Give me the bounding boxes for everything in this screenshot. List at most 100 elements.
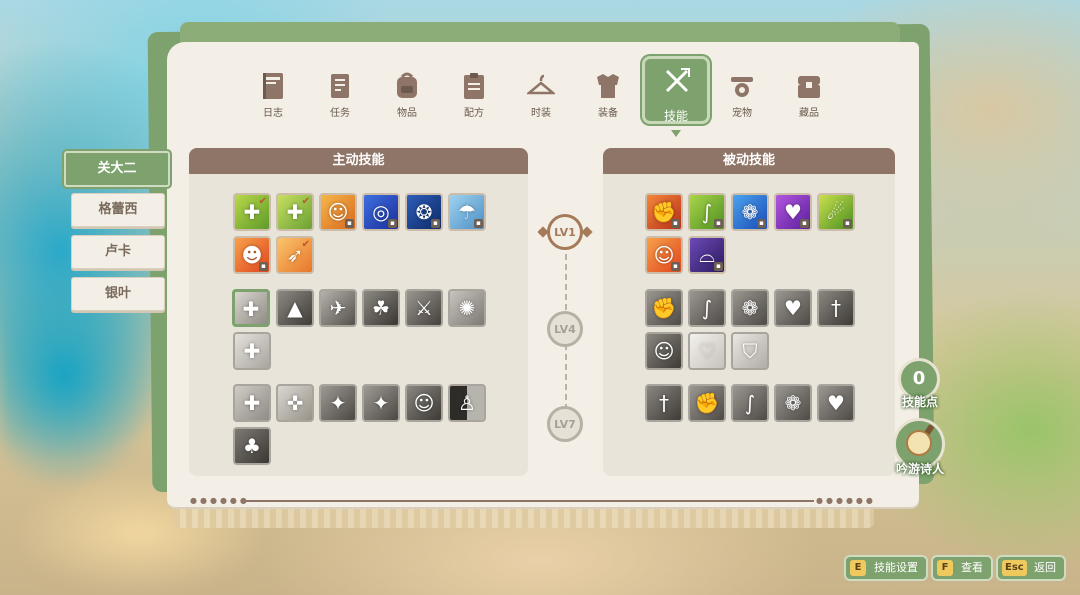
skill-slot[interactable]: ⚔ xyxy=(405,289,443,327)
character-tab-4[interactable]: 银叶 xyxy=(71,277,165,311)
nav-item-recipes[interactable]: 配方 xyxy=(444,58,504,124)
skill-slot[interactable]: ✜ xyxy=(276,384,314,422)
skill-slot[interactable]: ♥ xyxy=(817,384,855,422)
character-tab-1[interactable]: 关大二 xyxy=(64,151,170,187)
boot-icon: ∫ xyxy=(701,296,713,320)
armor-icon xyxy=(597,74,619,98)
sword-icon: † xyxy=(659,391,669,415)
skill-slot[interactable]: ♡ xyxy=(688,332,726,370)
skill-slot[interactable]: ✚ xyxy=(233,384,271,422)
skill-slot[interactable]: ◎ ▪ xyxy=(362,193,400,231)
active-skills-header: 主动技能 xyxy=(189,148,528,174)
skill-slot[interactable]: † xyxy=(817,289,855,327)
nav-label: 藏品 xyxy=(799,108,819,119)
lock-icon: ▪ xyxy=(388,219,397,228)
skill-slot[interactable]: ♥ xyxy=(774,289,812,327)
skill-slot[interactable]: ✊ xyxy=(645,289,683,327)
level-marker-lv1: LV1 xyxy=(547,214,583,250)
nav-item-fashion[interactable]: 时装 xyxy=(511,58,571,124)
star-burst-icon: ✦ xyxy=(329,391,347,415)
lock-icon: ▪ xyxy=(431,219,440,228)
skill-slot[interactable]: ☂ ▪ xyxy=(448,193,486,231)
skill-slot[interactable]: ☺ xyxy=(405,384,443,422)
equipped-check-icon: ✔ xyxy=(258,196,267,207)
shield-icon: ⛉ xyxy=(742,339,758,363)
skill-settings-button[interactable]: E 技能设置 xyxy=(844,555,928,581)
brain-icon: ❁ xyxy=(784,391,802,415)
skill-slot[interactable]: ∫ xyxy=(731,384,769,422)
skill-slot-selected[interactable]: ✚ xyxy=(232,289,270,327)
skill-slot[interactable]: † xyxy=(645,384,683,422)
nav-item-quests[interactable]: 任务 xyxy=(310,58,370,124)
heart-outline-icon: ♡ xyxy=(698,339,716,363)
skill-slot[interactable]: ✈ xyxy=(319,289,357,327)
journal-icon xyxy=(263,73,283,99)
skill-slot[interactable]: ▲ xyxy=(276,289,314,327)
skill-slot[interactable]: ❂ ▪ xyxy=(405,193,443,231)
level-marker-lv7: LV7 xyxy=(547,406,583,442)
nav-item-items[interactable]: 物品 xyxy=(377,58,437,124)
skill-points-label: 技能点 xyxy=(901,395,938,409)
nav-label: 技能 xyxy=(663,109,688,123)
active-tab-caret xyxy=(671,130,681,137)
skill-slot[interactable]: ☺ ▪ xyxy=(319,193,357,231)
skill-slot[interactable]: ✦ xyxy=(362,384,400,422)
skill-settings-label: 技能设置 xyxy=(874,561,918,574)
skill-slot[interactable]: ❁ xyxy=(774,384,812,422)
equipped-check-icon: ✔ xyxy=(301,239,310,250)
heal-cross-icon: ✚ xyxy=(243,391,261,415)
skill-slot[interactable]: ⛉ xyxy=(731,332,769,370)
skill-slot[interactable]: ❁ ▪ xyxy=(731,193,769,231)
flying-figure-icon: ✈ xyxy=(329,296,347,320)
hearts-icon: ♥ xyxy=(784,296,802,320)
nav-item-equipment[interactable]: 装备 xyxy=(578,58,638,124)
equipped-check-icon: ✔ xyxy=(301,196,310,207)
skill-slot[interactable]: ☄ ▪ xyxy=(817,193,855,231)
sword-icon: † xyxy=(831,296,841,320)
lock-icon: ▪ xyxy=(800,219,809,228)
skill-slot[interactable]: ☘ xyxy=(362,289,400,327)
skill-slot[interactable]: ✦ xyxy=(319,384,357,422)
lock-icon: ▪ xyxy=(714,262,723,271)
skill-slot[interactable]: ❁ xyxy=(731,289,769,327)
view-button[interactable]: F 查看 xyxy=(931,555,993,581)
skill-slot[interactable]: ✊ xyxy=(688,384,726,422)
skill-slot[interactable]: ♙ xyxy=(448,384,486,422)
star-figure-icon: ☺ xyxy=(653,339,675,363)
skill-slot[interactable]: ☺ xyxy=(645,332,683,370)
nav-label: 物品 xyxy=(397,108,417,119)
decor-divider xyxy=(246,500,814,502)
skill-slot[interactable]: ♥ ▪ xyxy=(774,193,812,231)
skill-slot[interactable]: ♣ xyxy=(233,427,271,465)
character-tab-3[interactable]: 卢卡 xyxy=(71,235,165,269)
nav-item-collection[interactable]: 藏品 xyxy=(779,58,839,124)
skill-slot[interactable]: ✊ ▪ xyxy=(645,193,683,231)
brain-icon: ❁ xyxy=(741,296,759,320)
skill-slot[interactable]: ☻ ▪ xyxy=(233,236,271,274)
treasure-chest-icon xyxy=(798,76,820,98)
nav-label: 宠物 xyxy=(732,108,752,119)
lute-icon xyxy=(906,430,932,456)
nav-label: 装备 xyxy=(598,108,618,119)
lock-icon: ▪ xyxy=(474,219,483,228)
hanger-icon xyxy=(527,74,555,95)
skills-swords-icon xyxy=(665,68,690,93)
skill-slot[interactable]: ➶ ✔ xyxy=(276,236,314,274)
sword-slash-icon: ⚔ xyxy=(415,296,433,320)
figure-cross-icon: ✜ xyxy=(286,391,304,415)
skill-slot[interactable]: ∫ ▪ xyxy=(688,193,726,231)
quest-scroll-icon xyxy=(331,74,349,98)
skill-slot[interactable]: ✚ xyxy=(233,332,271,370)
skill-slot[interactable]: ✚ ✔ xyxy=(233,193,271,231)
nav-item-pets[interactable]: 宠物 xyxy=(712,58,772,124)
fist-glove-icon: ✊ xyxy=(694,391,720,415)
skill-slot[interactable]: ✺ xyxy=(448,289,486,327)
character-tab-2[interactable]: 格蕾西 xyxy=(71,193,165,227)
nav-item-skills[interactable]: 技能 xyxy=(642,56,710,124)
nav-item-journal[interactable]: 日志 xyxy=(243,58,303,124)
skill-slot[interactable]: ∫ xyxy=(688,289,726,327)
skill-slot[interactable]: ⌓ ▪ xyxy=(688,236,726,274)
skill-slot[interactable]: ☺ ▪ xyxy=(645,236,683,274)
back-button[interactable]: Esc 返回 xyxy=(996,555,1066,581)
skill-slot[interactable]: ✚ ✔ xyxy=(276,193,314,231)
